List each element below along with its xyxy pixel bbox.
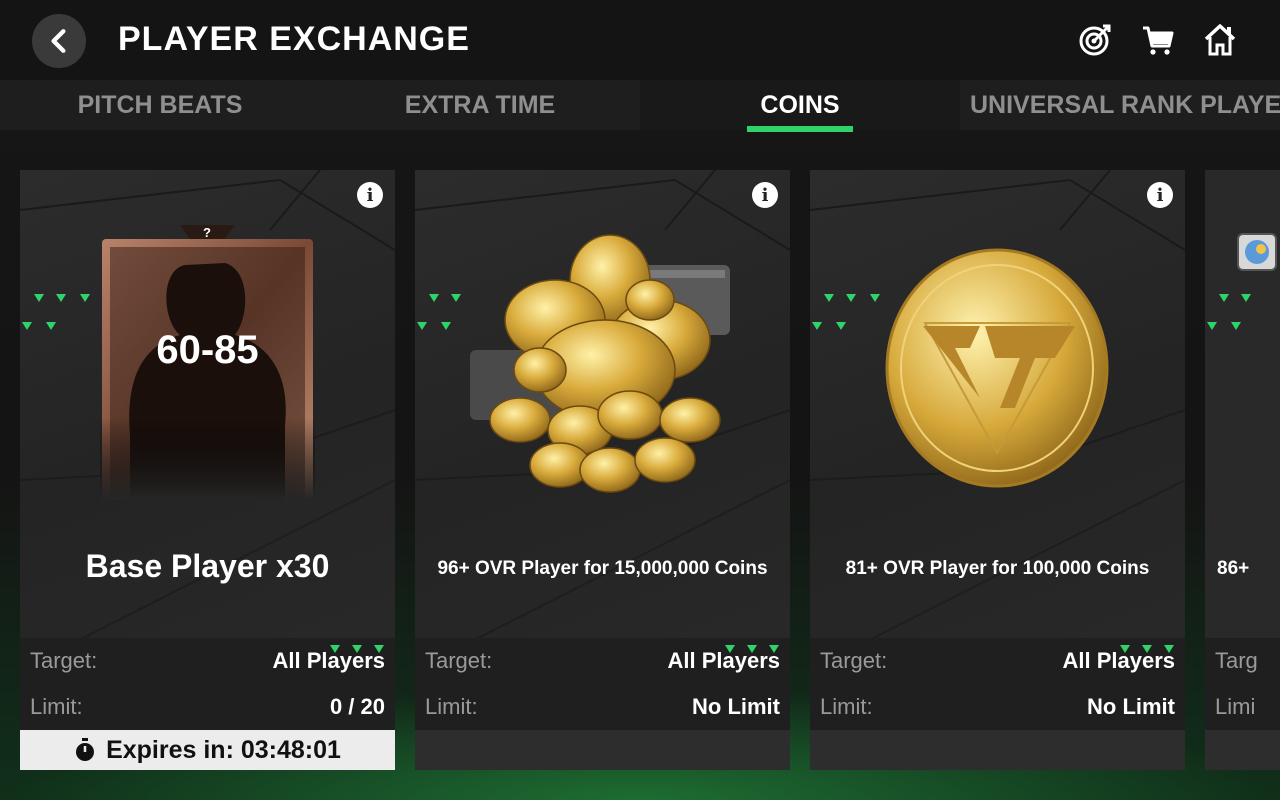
decor-triangles [22,294,1251,653]
